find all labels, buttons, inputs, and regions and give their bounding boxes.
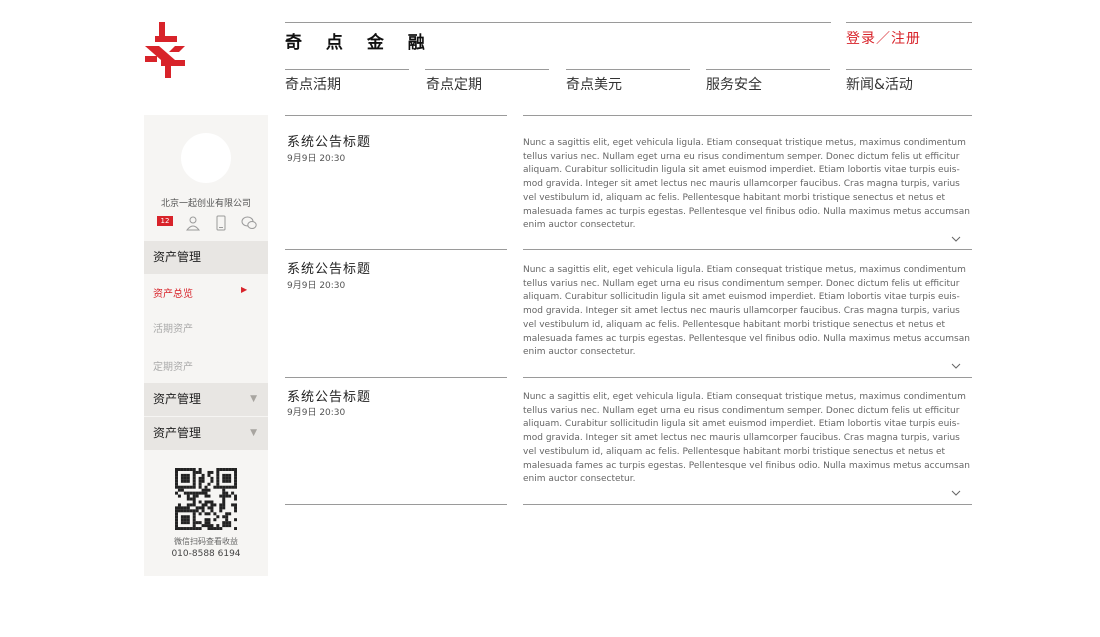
avatar[interactable] bbox=[181, 133, 231, 183]
news-line: malesuada fames ac turpis egestas. Pelle… bbox=[523, 206, 970, 217]
news-line: Nunc a sagittis elit, eget vehicula ligu… bbox=[523, 138, 966, 148]
menu-asset-management-1[interactable]: 资产管理 bbox=[144, 241, 268, 274]
sidebar: 北京一起创业有限公司 12 资产管理 资产总览 ▶ 活期资产 定期资产 资产管理… bbox=[144, 115, 268, 576]
company-name: 北京一起创业有限公司 bbox=[160, 199, 251, 209]
news-line: tellus varius nec. Nullam eget urna eu r… bbox=[523, 278, 960, 289]
news-date: 9月9日 20:30 bbox=[287, 281, 346, 291]
account-icons-row: 12 bbox=[157, 215, 257, 231]
news-line: enim auctor consectetur. bbox=[523, 220, 636, 231]
nav-line-1 bbox=[285, 69, 409, 70]
news-title[interactable]: 系统公告标题 bbox=[287, 258, 371, 277]
news-date: 9月9日 20:30 bbox=[287, 408, 346, 418]
news-right-line-0 bbox=[523, 115, 972, 116]
menu-label: 资产管理 bbox=[153, 250, 202, 264]
login-register-link[interactable]: 登录／注册 bbox=[846, 28, 921, 48]
qr-code-icon bbox=[175, 468, 237, 530]
news-line: tellus varius nec. Nullam eget urna eu r… bbox=[523, 151, 960, 162]
news-line: aliquam. Curabitur sollicitudin ligula s… bbox=[523, 292, 960, 303]
news-line: mod gravida. Integer sit amet lectus nec… bbox=[523, 306, 960, 317]
message-count-badge[interactable]: 12 bbox=[157, 216, 173, 226]
news-left-line-1 bbox=[285, 249, 507, 250]
menu-fixed-assets[interactable]: 定期资产 bbox=[153, 358, 193, 373]
triangle-down-icon: ▼ bbox=[250, 428, 257, 438]
nav-line-4 bbox=[706, 69, 830, 70]
header-top-line bbox=[285, 22, 831, 23]
chevron-down-icon[interactable] bbox=[951, 489, 961, 497]
nav-demand-deposit[interactable]: 奇点活期 bbox=[285, 74, 341, 94]
chevron-down-icon[interactable] bbox=[951, 235, 961, 243]
nav-line-2 bbox=[425, 69, 549, 70]
news-line: vel vestibulum id, aliquam ac felis. Pel… bbox=[523, 192, 946, 203]
nav-line-3 bbox=[566, 69, 690, 70]
news-body: Nunc a sagittis elit, eget vehicula ligu… bbox=[523, 264, 973, 360]
news-title[interactable]: 系统公告标题 bbox=[287, 386, 371, 405]
news-right-line-1 bbox=[523, 249, 972, 250]
menu-label: 资产管理 bbox=[153, 426, 202, 440]
phone-icon[interactable] bbox=[213, 215, 229, 231]
news-line: aliquam. Curabitur sollicitudin ligula s… bbox=[523, 419, 960, 430]
news-line: enim auctor consectetur. bbox=[523, 347, 636, 358]
news-line: aliquam. Curabitur sollicitudin ligula s… bbox=[523, 165, 960, 176]
news-line: vel vestibulum id, aliquam ac felis. Pel… bbox=[523, 446, 946, 457]
news-left-line-3 bbox=[285, 504, 507, 505]
news-line: vel vestibulum id, aliquam ac felis. Pel… bbox=[523, 319, 946, 330]
news-line: tellus varius nec. Nullam eget urna eu r… bbox=[523, 405, 960, 416]
qr-caption: 微信扫码查看收益 bbox=[174, 537, 238, 546]
news-title[interactable]: 系统公告标题 bbox=[287, 131, 371, 150]
nav-usd[interactable]: 奇点美元 bbox=[566, 74, 622, 94]
news-left-line-0 bbox=[285, 115, 507, 116]
news-line: mod gravida. Integer sit amet lectus nec… bbox=[523, 179, 960, 190]
news-right-line-2 bbox=[523, 377, 972, 378]
logo-icon[interactable] bbox=[145, 22, 187, 78]
menu-asset-management-3[interactable]: 资产管理 ▼ bbox=[144, 417, 268, 450]
wechat-icon[interactable] bbox=[241, 215, 257, 231]
brand-title: 奇 点 金 融 bbox=[285, 33, 434, 53]
news-right-line-3 bbox=[523, 504, 972, 505]
login-top-line bbox=[846, 22, 972, 23]
news-left-line-2 bbox=[285, 377, 507, 378]
triangle-right-icon: ▶ bbox=[241, 285, 248, 294]
menu-asset-management-2[interactable]: 资产管理 ▼ bbox=[144, 383, 268, 416]
menu-label: 资产总览 bbox=[153, 289, 193, 300]
user-icon[interactable] bbox=[185, 215, 201, 231]
news-date: 9月9日 20:30 bbox=[287, 154, 346, 164]
menu-label: 资产管理 bbox=[153, 392, 202, 406]
triangle-down-icon: ▼ bbox=[250, 394, 257, 404]
news-line: Nunc a sagittis elit, eget vehicula ligu… bbox=[523, 265, 966, 275]
news-line: enim auctor consectetur. bbox=[523, 474, 636, 485]
menu-demand-assets[interactable]: 活期资产 bbox=[153, 320, 193, 335]
service-phone: 010-8588 6194 bbox=[171, 549, 241, 559]
menu-asset-overview[interactable]: 资产总览 ▶ bbox=[153, 285, 247, 300]
news-line: malesuada fames ac turpis egestas. Pelle… bbox=[523, 333, 970, 344]
chevron-down-icon[interactable] bbox=[951, 362, 961, 370]
news-line: mod gravida. Integer sit amet lectus nec… bbox=[523, 433, 960, 444]
news-body: Nunc a sagittis elit, eget vehicula ligu… bbox=[523, 391, 973, 487]
news-body: Nunc a sagittis elit, eget vehicula ligu… bbox=[523, 137, 973, 233]
news-line: malesuada fames ac turpis egestas. Pelle… bbox=[523, 460, 970, 471]
nav-security[interactable]: 服务安全 bbox=[706, 74, 762, 94]
nav-news-events[interactable]: 新闻&活动 bbox=[846, 74, 913, 94]
nav-line-5 bbox=[846, 69, 972, 70]
news-line: Nunc a sagittis elit, eget vehicula ligu… bbox=[523, 392, 966, 402]
nav-fixed-deposit[interactable]: 奇点定期 bbox=[426, 74, 482, 94]
